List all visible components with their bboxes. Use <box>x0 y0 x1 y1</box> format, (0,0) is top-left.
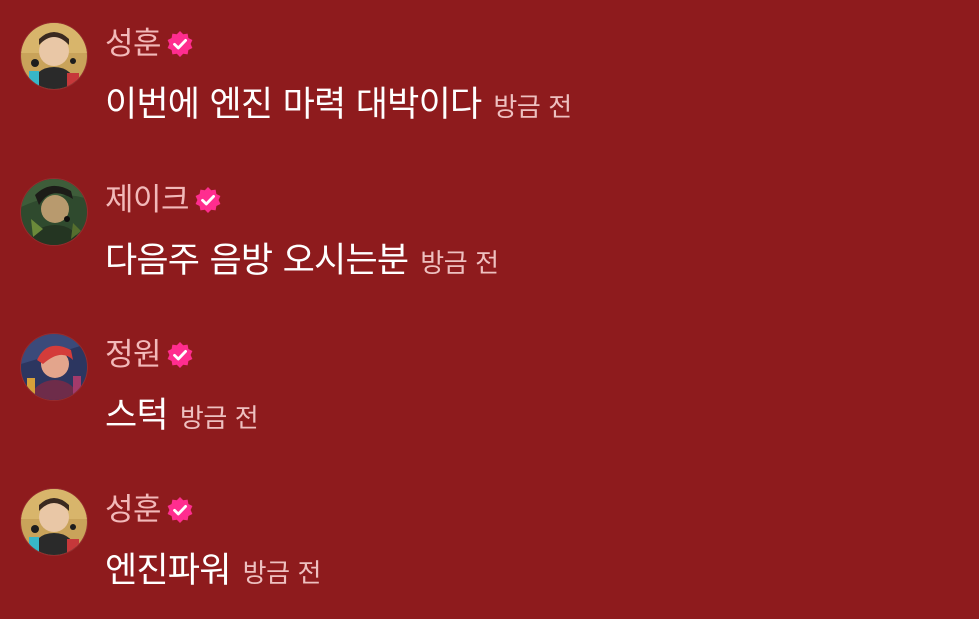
verified-badge-icon <box>193 185 223 215</box>
username[interactable]: 성훈 <box>105 24 162 64</box>
username[interactable]: 제이크 <box>105 180 190 220</box>
message-row: 이번에 엔진 마력 대박이다 방금 전 <box>105 82 572 128</box>
message-row: 스턱 방금 전 <box>105 393 259 439</box>
message-text: 이번에 엔진 마력 대박이다 <box>105 85 482 125</box>
username-row: 성훈 <box>105 24 195 64</box>
username-row: 성훈 <box>105 490 195 530</box>
username-row: 정원 <box>105 335 195 375</box>
chat-message: 성훈 엔진파워 방금 전 <box>0 466 979 596</box>
avatar-image <box>21 23 87 89</box>
message-text: 스턱 <box>105 396 169 436</box>
avatar-image <box>21 179 87 245</box>
avatar[interactable] <box>21 489 87 555</box>
timestamp: 방금 전 <box>242 559 322 589</box>
timestamp: 방금 전 <box>179 404 259 434</box>
avatar[interactable] <box>21 179 87 245</box>
message-row: 엔진파워 방금 전 <box>105 548 321 594</box>
username[interactable]: 정원 <box>105 335 162 375</box>
verified-badge-icon <box>165 29 195 59</box>
username-row: 제이크 <box>105 180 223 220</box>
verified-badge-icon <box>165 495 195 525</box>
message-text: 엔진파워 <box>105 551 231 591</box>
username[interactable]: 성훈 <box>105 490 162 530</box>
message-row: 다음주 음방 오시는분 방금 전 <box>105 238 499 284</box>
message-text: 다음주 음방 오시는분 <box>105 241 409 281</box>
verified-badge-icon <box>165 340 195 370</box>
timestamp: 방금 전 <box>420 249 499 279</box>
avatar[interactable] <box>21 334 87 400</box>
avatar-image <box>21 334 87 400</box>
timestamp: 방금 전 <box>493 93 572 123</box>
avatar[interactable] <box>21 23 87 89</box>
chat-message: 제이크 다음주 음방 오시는분 방금 전 <box>0 156 979 286</box>
chat-feed: 성훈 이번에 엔진 마력 대박이다 방금 전 제이크 다음주 음방 오시는분 방… <box>0 0 979 619</box>
chat-message: 정원 스턱 방금 전 <box>0 311 979 441</box>
chat-message: 성훈 이번에 엔진 마력 대박이다 방금 전 <box>0 0 979 130</box>
avatar-image <box>21 489 87 555</box>
